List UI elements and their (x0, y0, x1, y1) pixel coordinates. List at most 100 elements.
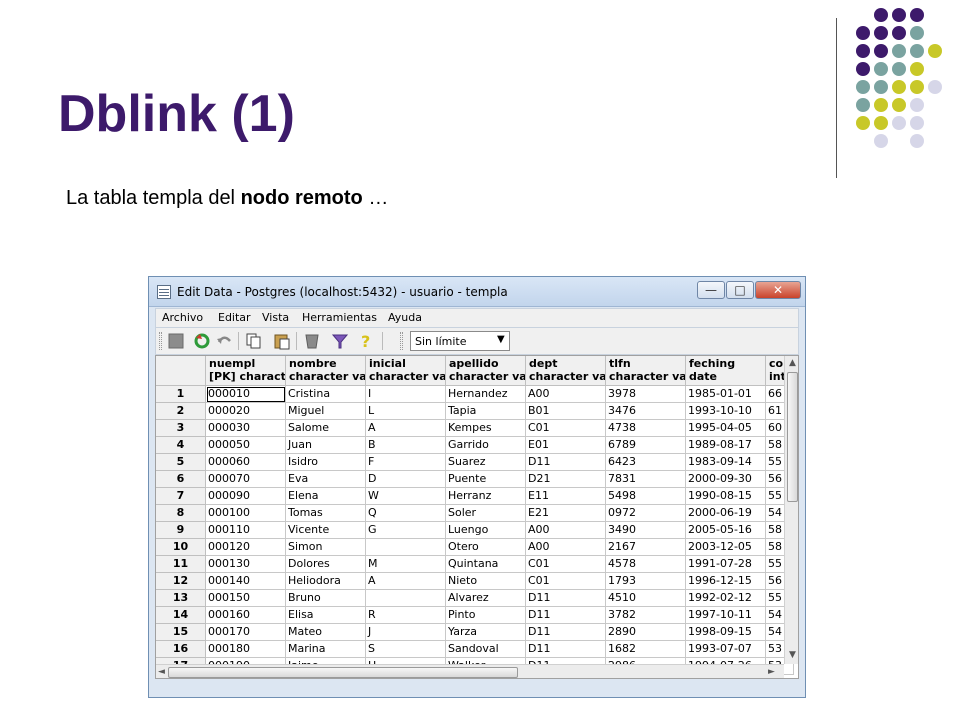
row-header[interactable]: 1 (156, 386, 206, 403)
grid-cell[interactable]: Cristina (286, 386, 366, 403)
grid-cell[interactable]: 3476 (606, 403, 686, 420)
row-header[interactable]: 2 (156, 403, 206, 420)
grid-cell[interactable]: C01 (526, 556, 606, 573)
grid-cell[interactable]: 0972 (606, 505, 686, 522)
grid-cell[interactable]: L (366, 403, 446, 420)
grid-cell[interactable]: Marina (286, 641, 366, 658)
grid-cell[interactable]: 1793 (606, 573, 686, 590)
grid-cell[interactable]: 000010 (206, 386, 286, 403)
grid-cell[interactable]: A (366, 420, 446, 437)
dropdown-arrow-icon[interactable]: ▼ (497, 334, 505, 345)
undo-icon[interactable] (214, 332, 234, 350)
grid-cell[interactable]: Alvarez (446, 590, 526, 607)
grid-cell[interactable]: D11 (526, 454, 606, 471)
grid-cell[interactable]: Q (366, 505, 446, 522)
grid-cell[interactable]: 2005-05-16 (686, 522, 766, 539)
grid-cell[interactable]: 2167 (606, 539, 686, 556)
grid-cell[interactable]: 4738 (606, 420, 686, 437)
grid-cell[interactable]: 000020 (206, 403, 286, 420)
scroll-up-icon[interactable]: ▲ (789, 358, 796, 368)
grid-cell[interactable]: C01 (526, 573, 606, 590)
window-titlebar[interactable]: Edit Data - Postgres (localhost:5432) - … (149, 277, 805, 307)
grid-cell[interactable]: Garrido (446, 437, 526, 454)
grid-cell[interactable]: Mateo (286, 624, 366, 641)
grid-cell[interactable]: Yarza (446, 624, 526, 641)
row-header[interactable]: 10 (156, 539, 206, 556)
column-header-nombre[interactable]: nombre character var (286, 356, 366, 386)
filter-icon[interactable] (330, 332, 350, 350)
grid-cell[interactable]: D11 (526, 607, 606, 624)
grid-cell[interactable]: Vicente (286, 522, 366, 539)
column-header-nuempl[interactable]: nuempl [PK] characte (206, 356, 286, 386)
grid-cell[interactable]: Otero (446, 539, 526, 556)
grid-cell[interactable]: E01 (526, 437, 606, 454)
row-header[interactable]: 15 (156, 624, 206, 641)
grid-cell[interactable]: Pinto (446, 607, 526, 624)
grid-cell[interactable]: 000110 (206, 522, 286, 539)
menu-editar[interactable]: Editar (218, 311, 251, 324)
grid-cell[interactable]: Isidro (286, 454, 366, 471)
grid-cell[interactable]: 2003-12-05 (686, 539, 766, 556)
row-header[interactable]: 3 (156, 420, 206, 437)
grid-corner[interactable] (156, 356, 206, 386)
grid-cell[interactable]: R (366, 607, 446, 624)
grid-cell[interactable]: A00 (526, 539, 606, 556)
grid-cell[interactable] (366, 539, 446, 556)
grid-cell[interactable]: 000060 (206, 454, 286, 471)
delete-icon[interactable] (302, 332, 322, 350)
row-header[interactable]: 8 (156, 505, 206, 522)
vertical-scroll-thumb[interactable] (787, 372, 798, 502)
grid-cell[interactable]: 000170 (206, 624, 286, 641)
grid-cell[interactable]: Puente (446, 471, 526, 488)
grid-cell[interactable]: 000140 (206, 573, 286, 590)
menu-herramientas[interactable]: Herramientas (302, 311, 377, 324)
grid-cell[interactable]: 1682 (606, 641, 686, 658)
grid-cell[interactable]: 3978 (606, 386, 686, 403)
grid-cell[interactable]: Elisa (286, 607, 366, 624)
grid-cell[interactable]: 6423 (606, 454, 686, 471)
grid-cell[interactable]: Heliodora (286, 573, 366, 590)
grid-cell[interactable]: Miguel (286, 403, 366, 420)
row-header[interactable]: 5 (156, 454, 206, 471)
copy-icon[interactable] (244, 332, 264, 350)
row-header[interactable]: 14 (156, 607, 206, 624)
grid-cell[interactable]: Juan (286, 437, 366, 454)
grid-cell[interactable]: Tomas (286, 505, 366, 522)
row-limit-select[interactable]: Sin límite ▼ (410, 331, 510, 351)
grid-cell[interactable]: 2890 (606, 624, 686, 641)
grid-cell[interactable]: 1992-02-12 (686, 590, 766, 607)
column-header-dept[interactable]: dept character var (526, 356, 606, 386)
grid-cell[interactable]: C01 (526, 420, 606, 437)
grid-cell[interactable]: D21 (526, 471, 606, 488)
grid-cell[interactable]: 2000-09-30 (686, 471, 766, 488)
grid-cell[interactable]: M (366, 556, 446, 573)
row-header[interactable]: 13 (156, 590, 206, 607)
grid-cell[interactable]: 3490 (606, 522, 686, 539)
grid-cell[interactable]: 000050 (206, 437, 286, 454)
row-header[interactable]: 6 (156, 471, 206, 488)
row-header[interactable]: 4 (156, 437, 206, 454)
grid-cell[interactable]: Elena (286, 488, 366, 505)
grid-cell[interactable]: 6789 (606, 437, 686, 454)
grid-cell[interactable]: Quintana (446, 556, 526, 573)
menu-vista[interactable]: Vista (262, 311, 289, 324)
column-header-inicial[interactable]: inicial character var (366, 356, 446, 386)
grid-cell[interactable]: Hernandez (446, 386, 526, 403)
row-header[interactable]: 12 (156, 573, 206, 590)
minimize-button[interactable]: — (697, 281, 725, 299)
grid-cell[interactable]: Soler (446, 505, 526, 522)
scroll-right-icon[interactable]: ► (768, 667, 775, 677)
grid-cell[interactable]: Bruno (286, 590, 366, 607)
help-icon[interactable]: ? (356, 332, 376, 351)
grid-cell[interactable]: G (366, 522, 446, 539)
grid-cell[interactable]: D11 (526, 624, 606, 641)
grid-cell[interactable]: D11 (526, 641, 606, 658)
grid-cell[interactable]: 1983-09-14 (686, 454, 766, 471)
grid-cell[interactable]: 1990-08-15 (686, 488, 766, 505)
grid-cell[interactable]: Eva (286, 471, 366, 488)
grid-cell[interactable]: 1997-10-11 (686, 607, 766, 624)
grid-cell[interactable]: Sandoval (446, 641, 526, 658)
grid-cell[interactable]: D11 (526, 590, 606, 607)
grid-cell[interactable]: J (366, 624, 446, 641)
horizontal-scrollbar[interactable]: ◄ ► (156, 664, 784, 678)
